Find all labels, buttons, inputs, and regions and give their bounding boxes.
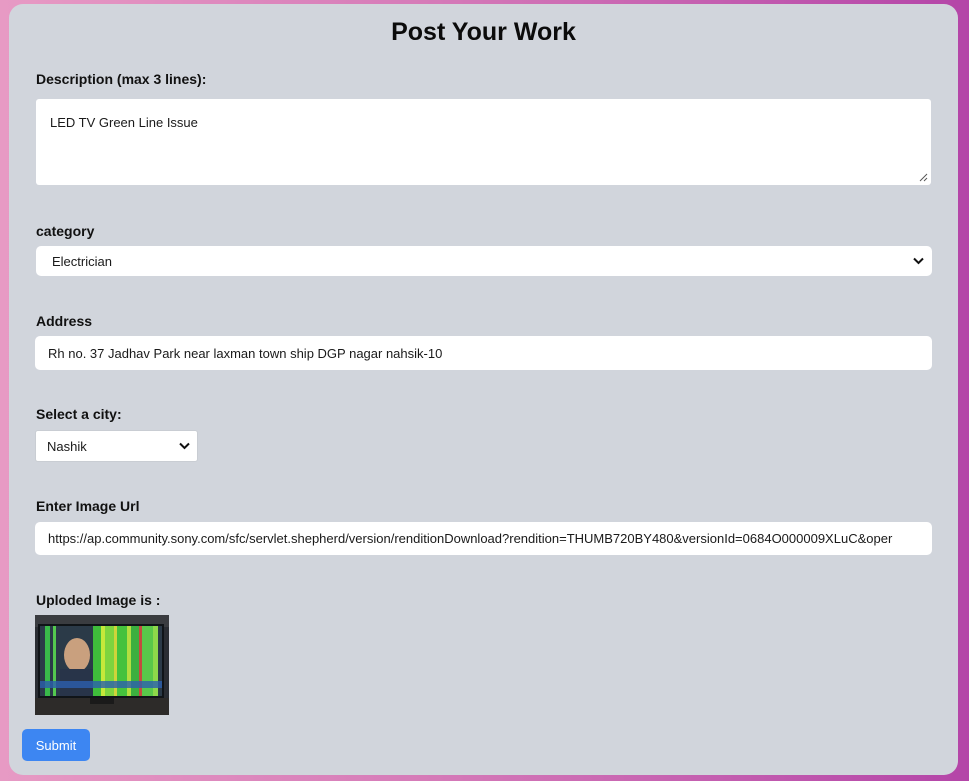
- address-label: Address: [36, 313, 93, 329]
- category-selected-value: Electrician: [52, 254, 112, 269]
- city-label: Select a city:: [36, 406, 122, 422]
- page-title: Post Your Work: [391, 18, 576, 46]
- description-value: LED TV Green Line Issue: [50, 115, 198, 130]
- image-url-label: Enter Image Url: [36, 498, 140, 514]
- image-url-value: https://ap.community.sony.com/sfc/servle…: [48, 531, 893, 546]
- address-value: Rh no. 37 Jadhav Park near laxman town s…: [48, 346, 443, 361]
- city-selected-value: Nashik: [47, 439, 87, 454]
- description-label: Description (max 3 lines):: [36, 71, 207, 87]
- city-select[interactable]: Nashik: [35, 430, 198, 462]
- uploaded-image-preview: [35, 615, 169, 715]
- chevron-down-icon: [179, 442, 190, 450]
- image-url-input[interactable]: https://ap.community.sony.com/sfc/servle…: [35, 522, 932, 555]
- chevron-down-icon: [913, 257, 924, 265]
- resize-handle-icon[interactable]: [919, 173, 928, 182]
- submit-button[interactable]: Submit: [22, 729, 90, 761]
- address-input[interactable]: Rh no. 37 Jadhav Park near laxman town s…: [35, 336, 932, 370]
- uploaded-image-label: Uploded Image is :: [36, 592, 161, 608]
- post-work-form: Post Your Work Description (max 3 lines)…: [9, 4, 958, 775]
- category-label: category: [36, 223, 95, 239]
- category-select[interactable]: Electrician: [36, 246, 932, 276]
- tv-green-line-photo: [35, 615, 169, 715]
- description-textarea[interactable]: LED TV Green Line Issue: [36, 99, 931, 185]
